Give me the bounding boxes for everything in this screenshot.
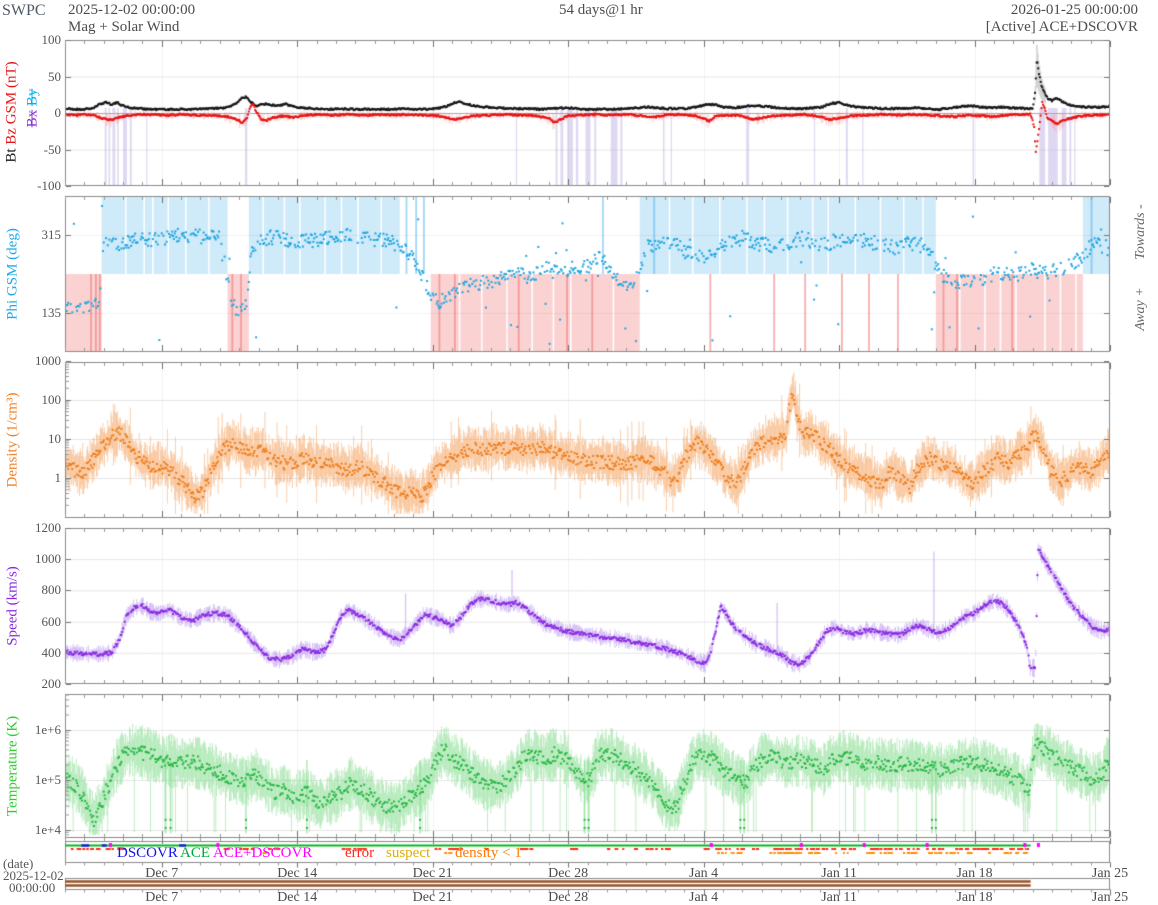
- x-tick-label: Jan 11: [821, 890, 857, 905]
- legend-item: DSCOVR: [117, 845, 178, 861]
- y-tick-label: 315: [41, 227, 62, 242]
- end-datetime: 2026-01-25 00:00:00: [1010, 2, 1138, 18]
- y-tick-label: 800: [41, 582, 62, 598]
- y-tick-label: 200: [41, 676, 62, 691]
- legend-item: suspect: [386, 845, 431, 861]
- x-tick-label: Dec 14: [277, 866, 318, 881]
- y-tick-label: 600: [41, 613, 62, 629]
- x-tick-label: Jan 18: [956, 890, 993, 905]
- start-datetime: 2025-12-02 00:00:00: [68, 2, 196, 18]
- x-tick-label: Dec 21: [412, 866, 453, 881]
- y-tick-label: -100: [37, 178, 61, 193]
- y-tick-label: -50: [43, 141, 61, 157]
- y-tick-label: 10: [48, 431, 61, 446]
- plot-title: Mag + Solar Wind: [68, 19, 180, 35]
- x-tick-label: Jan 4: [689, 890, 719, 905]
- y-tick-label: 1e+5: [34, 772, 61, 787]
- x-tick-label: Jan 18: [956, 866, 993, 881]
- y-tick-label: 100: [41, 32, 62, 47]
- legend-item: error: [345, 845, 375, 861]
- swpc-solar-wind-dashboard: { "header": { "brand": "SWPC", "start_da…: [0, 0, 1158, 905]
- x-tick-label: Dec 7: [145, 866, 179, 881]
- x-tick-label: Dec 7: [145, 890, 179, 905]
- x-tick-label: Dec 21: [412, 890, 453, 905]
- x-tick-label: Dec 28: [548, 890, 589, 905]
- y-tick-label: 100: [41, 392, 62, 407]
- legend-item: ACE+DSCOVR: [213, 845, 313, 861]
- y-tick-label: 135: [41, 305, 62, 320]
- duration-label: 54 days@1 hr: [559, 2, 643, 18]
- y-tick-label: 1e+6: [34, 722, 61, 737]
- y-tick-label: 1: [54, 470, 62, 485]
- y-tick-label: 400: [41, 644, 62, 660]
- towards-sector-label: Towards -: [1133, 204, 1148, 260]
- y-tick-label: 0: [54, 105, 62, 120]
- brand-logo: SWPC: [2, 2, 46, 19]
- y-tick-label: 50: [48, 68, 61, 84]
- y-tick-label: 1000: [35, 353, 61, 368]
- footer-time: 00:00:00: [9, 880, 56, 895]
- legend-item: density < 1: [455, 845, 522, 861]
- x-tick-label: Jan 25: [1091, 866, 1129, 881]
- x-tick-label: Jan 4: [689, 866, 719, 881]
- y-tick-label: 1000: [35, 551, 61, 567]
- by-label: By: [24, 88, 41, 107]
- y-tick-label: 1200: [35, 520, 61, 535]
- x-tick-label: Dec 28: [548, 866, 589, 881]
- source-status: [Active] ACE+DSCOVR: [985, 19, 1138, 35]
- speed-axis-label: Speed (km/s): [4, 566, 21, 646]
- y-tick-label: 1e+4: [34, 822, 61, 837]
- x-tick-label: Jan 25: [1091, 890, 1129, 905]
- x-tick-label: Dec 14: [277, 890, 318, 905]
- x-tick-label: Jan 11: [821, 866, 857, 881]
- legend-item: ACE: [180, 845, 210, 861]
- plots-canvas: [0, 0, 1158, 905]
- away-sector-label: Away +: [1133, 287, 1148, 331]
